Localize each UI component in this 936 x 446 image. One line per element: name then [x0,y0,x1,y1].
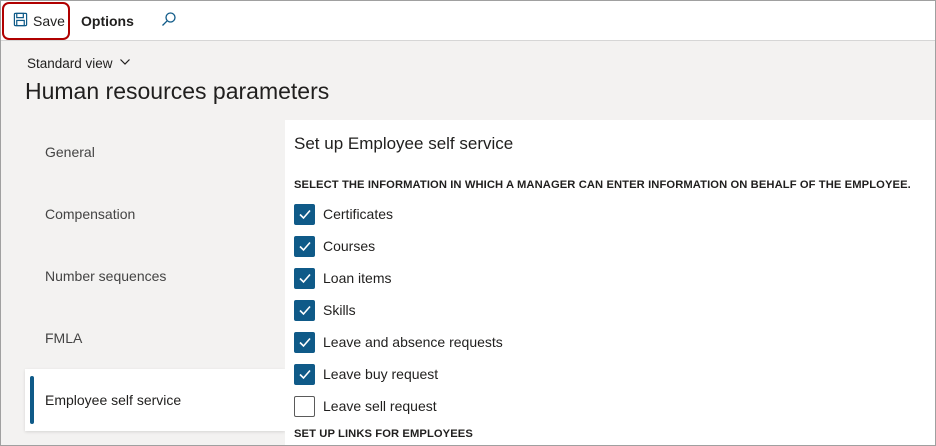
checkbox-label: Leave buy request [323,366,439,382]
checkbox-leave-absence[interactable] [294,331,315,353]
section-label-links: SET UP LINKS FOR EMPLOYEES [294,428,473,440]
checkbox-courses[interactable] [294,235,315,257]
nav-item-compensation[interactable]: Compensation [25,183,285,245]
checkbox-row-leave-buy[interactable]: Leave buy request [294,363,438,385]
panel-title: Set up Employee self service [294,134,514,153]
checkbox-leave-sell[interactable] [294,395,315,417]
action-pane: Save Options [1,1,935,41]
checkbox-loan-items[interactable] [294,267,315,289]
checkbox-row-certificates[interactable]: Certificates [294,203,393,225]
checkbox-label: Skills [323,302,356,318]
nav-item-fmla[interactable]: FMLA [25,307,285,369]
section-label-manager-entry: SELECT THE INFORMATION IN WHICH A MANAGE… [294,179,911,191]
checkbox-row-skills[interactable]: Skills [294,299,356,321]
options-button[interactable]: Options [81,11,134,31]
view-selector[interactable]: Standard view [27,56,131,71]
checkbox-row-leave-sell[interactable]: Leave sell request [294,395,437,417]
checkbox-skills[interactable] [294,299,315,321]
view-selector-label: Standard view [27,56,113,71]
page-title: Human resources parameters [25,78,330,104]
checkbox-row-loan-items[interactable]: Loan items [294,267,391,289]
checkbox-label: Certificates [323,206,394,222]
checkbox-leave-buy[interactable] [294,363,315,385]
floppy-disk-icon [13,12,28,30]
search-icon[interactable] [159,10,179,30]
nav-item-number-sequences[interactable]: Number sequences [25,245,285,307]
nav-item-employee-self-service[interactable]: Employee self service [25,369,285,431]
chevron-down-icon [119,56,131,71]
checkbox-row-leave-absence[interactable]: Leave and absence requests [294,331,503,353]
save-button[interactable]: Save [2,2,70,40]
checkbox-label: Loan items [323,270,392,286]
checkbox-label: Leave and absence requests [323,334,503,350]
content-panel: Set up Employee self service SELECT THE … [285,120,935,445]
checkbox-label: Leave sell request [323,398,437,414]
checkbox-certificates[interactable] [294,203,315,225]
app-frame: Save Options Standard view Human resourc… [0,0,936,446]
nav-item-general[interactable]: General [25,121,285,183]
save-button-label: Save [33,13,65,29]
checkbox-row-courses[interactable]: Courses [294,235,375,257]
checkbox-label: Courses [323,238,376,254]
